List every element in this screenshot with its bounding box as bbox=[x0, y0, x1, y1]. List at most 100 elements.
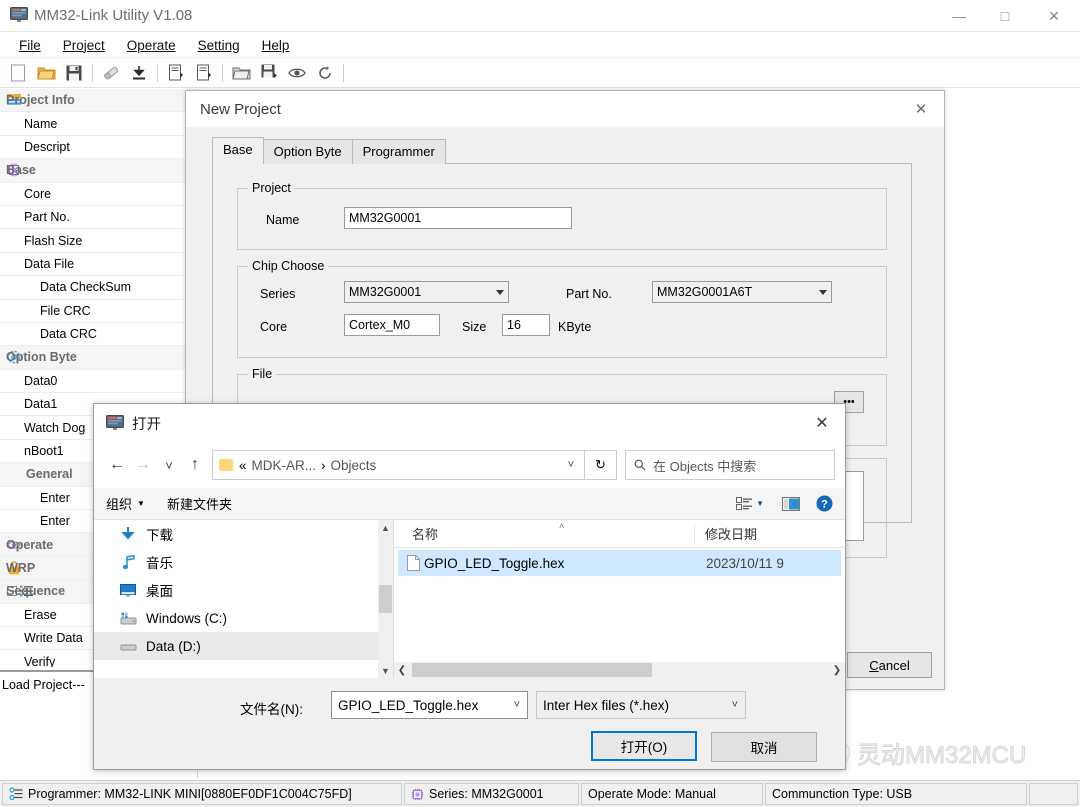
open-folder-icon[interactable] bbox=[32, 60, 60, 86]
filename-value: GPIO_LED_Toggle.hex bbox=[338, 697, 479, 713]
breadcrumb-dropdown-icon[interactable]: ˅ bbox=[562, 459, 580, 471]
tree-item-flash-size[interactable]: Flash Size bbox=[0, 229, 197, 253]
tree-label: Base bbox=[6, 163, 36, 178]
tab-programmer[interactable]: Programmer bbox=[351, 139, 446, 164]
tree-item-data-checksum[interactable]: Data CheckSum bbox=[0, 276, 197, 300]
tree-group-base[interactable]: Base bbox=[0, 159, 197, 183]
hscroll-left-icon[interactable]: ❮ bbox=[394, 665, 410, 676]
tree-item-data-crc[interactable]: Data CRC bbox=[0, 323, 197, 347]
file-list-pane[interactable]: 名称 ˄ 修改日期 GPIO_LED_Toggle.hex 2023/10/11… bbox=[394, 520, 845, 678]
back-icon[interactable]: ← bbox=[104, 452, 130, 478]
part-no-combo[interactable]: MM32G0001A6T bbox=[652, 281, 832, 303]
write-file-icon[interactable] bbox=[190, 60, 218, 86]
tree-item-name[interactable]: Name bbox=[0, 112, 197, 136]
save-icon[interactable] bbox=[60, 60, 88, 86]
minimize-button[interactable]: — bbox=[936, 0, 982, 32]
file-list-item[interactable]: GPIO_LED_Toggle.hex 2023/10/11 9 bbox=[398, 550, 841, 576]
navigation-pane[interactable]: 下载 音乐 桌面 Windows (C:) Data (D:) ▲ ▼ bbox=[94, 520, 394, 678]
refresh-icon[interactable]: ↻ bbox=[585, 450, 617, 480]
up-icon[interactable]: ↑ bbox=[182, 452, 208, 478]
series-combo[interactable]: MM32G0001 bbox=[344, 281, 509, 303]
tree-item-part-no[interactable]: Part No. bbox=[0, 206, 197, 230]
nav-pane-scrollbar[interactable]: ▲ ▼ bbox=[378, 520, 393, 678]
chevron-down-icon[interactable] bbox=[814, 282, 831, 302]
place-label: 音乐 bbox=[146, 556, 173, 571]
new-project-cancel-button[interactable]: Cancel bbox=[847, 652, 932, 678]
tree-label: Flash Size bbox=[24, 233, 83, 248]
tree-group-project-info[interactable]: Project Info bbox=[0, 89, 197, 113]
view-list-icon[interactable] bbox=[736, 496, 753, 511]
size-unit-label: KByte bbox=[558, 320, 592, 334]
place-data-d[interactable]: Data (D:) bbox=[94, 632, 393, 660]
erase-icon[interactable] bbox=[97, 60, 125, 86]
refresh-icon[interactable] bbox=[311, 60, 339, 86]
breadcrumb[interactable]: « MDK-AR... › Objects ˅ bbox=[212, 450, 585, 480]
hscroll-thumb[interactable] bbox=[412, 663, 652, 677]
open-button[interactable]: 打开(O) bbox=[591, 731, 697, 761]
filename-input[interactable]: GPIO_LED_Toggle.hex ˅ bbox=[331, 691, 528, 719]
new-icon[interactable] bbox=[4, 60, 32, 86]
tree-item-data-file[interactable]: Data File bbox=[0, 253, 197, 277]
file-list-hscrollbar[interactable]: ❮ ❯ bbox=[394, 662, 845, 678]
tree-item-core[interactable]: Core bbox=[0, 183, 197, 206]
save-project-icon[interactable] bbox=[255, 60, 283, 86]
scroll-down-icon[interactable]: ▼ bbox=[378, 663, 393, 678]
breadcrumb-parent[interactable]: MDK-AR... bbox=[252, 458, 317, 473]
help-icon[interactable]: ? bbox=[816, 495, 833, 512]
breadcrumb-current[interactable]: Objects bbox=[331, 458, 377, 473]
tab-option-byte[interactable]: Option Byte bbox=[262, 139, 353, 164]
read-file-icon[interactable] bbox=[162, 60, 190, 86]
menu-setting[interactable]: Setting bbox=[187, 36, 251, 55]
tree-label: Core bbox=[24, 186, 52, 201]
new-folder-button[interactable]: 新建文件夹 bbox=[167, 494, 232, 513]
menu-project[interactable]: Project bbox=[52, 36, 116, 55]
hscroll-right-icon[interactable]: ❯ bbox=[829, 665, 845, 676]
forward-icon[interactable]: → bbox=[130, 452, 156, 478]
tree-item-file-crc[interactable]: File CRC bbox=[0, 300, 197, 323]
place-downloads[interactable]: 下载 bbox=[94, 520, 393, 548]
tree-item-data0[interactable]: Data0 bbox=[0, 370, 197, 394]
project-name-input[interactable]: MM32G0001 bbox=[344, 207, 572, 229]
menu-operate[interactable]: Operate bbox=[116, 36, 187, 55]
search-input[interactable]: 在 Objects 中搜索 bbox=[625, 450, 835, 480]
breadcrumb-separator: › bbox=[321, 457, 326, 473]
open-dialog-navbar: ← → ˅ ↑ « MDK-AR... › Objects ˅ ↻ 在 Obje… bbox=[94, 442, 845, 488]
tab-base[interactable]: Base bbox=[212, 137, 264, 164]
verify-icon[interactable] bbox=[283, 60, 311, 86]
folder-icon bbox=[219, 459, 233, 471]
new-project-close-icon[interactable]: ✕ bbox=[898, 91, 944, 127]
scroll-thumb[interactable] bbox=[379, 585, 392, 613]
tree-label: Data CRC bbox=[40, 327, 97, 342]
column-name[interactable]: 名称 bbox=[394, 524, 694, 543]
size-input[interactable]: 16 bbox=[502, 314, 550, 336]
menu-file[interactable]: File bbox=[8, 36, 52, 55]
core-input[interactable]: Cortex_M0 bbox=[344, 314, 440, 336]
tree-group-option-byte[interactable]: Option Byte bbox=[0, 346, 197, 370]
organize-button[interactable]: 组织 ▼ bbox=[106, 494, 145, 513]
cancel-button[interactable]: 取消 bbox=[711, 732, 817, 762]
place-label: 下载 bbox=[146, 528, 173, 543]
filename-dropdown-icon[interactable]: ˅ bbox=[507, 699, 527, 711]
chevron-down-icon[interactable] bbox=[491, 282, 508, 302]
tree-label: Name bbox=[24, 116, 58, 131]
open-dialog-close-icon[interactable]: ✕ bbox=[799, 404, 845, 442]
open-project-icon[interactable] bbox=[227, 60, 255, 86]
tree-label: File CRC bbox=[40, 303, 91, 318]
scroll-up-icon[interactable]: ▲ bbox=[378, 520, 393, 535]
download-icon[interactable] bbox=[125, 60, 153, 86]
recent-locations-icon[interactable]: ˅ bbox=[156, 452, 182, 478]
close-button[interactable]: ✕ bbox=[1028, 0, 1080, 32]
column-date-modified[interactable]: 修改日期 bbox=[694, 524, 757, 543]
open-dialog-toolbar: 组织 ▼ 新建文件夹 ▼ ? bbox=[94, 488, 845, 520]
tree-item-descript[interactable]: Descript bbox=[0, 136, 197, 160]
view-dropdown-icon[interactable]: ▼ bbox=[756, 499, 764, 508]
maximize-button[interactable]: □ bbox=[982, 0, 1028, 32]
filetype-dropdown-icon[interactable]: ˅ bbox=[725, 699, 745, 711]
menu-help[interactable]: Help bbox=[251, 36, 301, 55]
preview-pane-icon[interactable] bbox=[782, 496, 800, 511]
tree-label: Data File bbox=[24, 256, 75, 271]
filetype-combo[interactable]: Inter Hex files (*.hex) ˅ bbox=[536, 691, 746, 719]
place-music[interactable]: 音乐 bbox=[94, 548, 393, 576]
place-windows-c[interactable]: Windows (C:) bbox=[94, 604, 393, 632]
place-desktop[interactable]: 桌面 bbox=[94, 576, 393, 604]
